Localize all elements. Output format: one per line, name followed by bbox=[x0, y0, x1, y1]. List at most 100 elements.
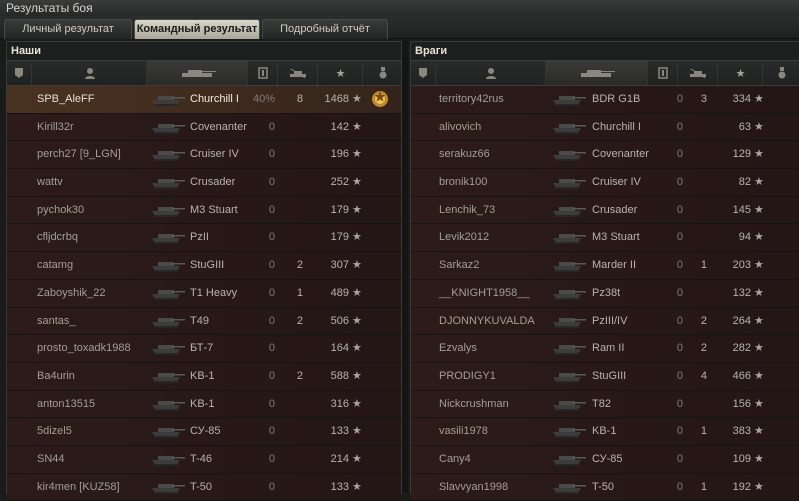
kills-value: 1 bbox=[700, 480, 707, 493]
player-row[interactable]: kir4men [KUZ58] T-50 0 133 ★ bbox=[7, 473, 401, 501]
tank-column[interactable] bbox=[146, 61, 248, 85]
player-row[interactable]: vasili1978 KB-1 0 1 383 ★ bbox=[411, 418, 799, 446]
kills-value bbox=[289, 197, 303, 223]
player-row[interactable]: DJONNYKUVALDA PzIII/IV 0 2 264 ★ bbox=[411, 307, 799, 336]
tank-name: PzIII/IV bbox=[592, 314, 628, 327]
kills-column[interactable] bbox=[277, 61, 318, 85]
player-row[interactable]: Ezvalys Ram II 0 2 282 ★ bbox=[411, 335, 799, 363]
xp-value: 383 bbox=[732, 425, 751, 438]
player-row[interactable]: perch27 [9_LGN] Cruiser IV 0 196 ★ bbox=[7, 141, 401, 170]
player-row[interactable]: __KNIGHT1958__ Pz38t 0 132 ★ bbox=[411, 279, 799, 308]
kills-column[interactable] bbox=[677, 61, 718, 85]
player-column[interactable] bbox=[31, 61, 147, 85]
tank-column[interactable] bbox=[545, 61, 648, 85]
damage-value: 0 bbox=[268, 176, 275, 189]
tank-icon bbox=[150, 312, 186, 330]
xp-star-icon: ★ bbox=[754, 480, 764, 493]
damage-value: 0 bbox=[268, 342, 275, 355]
player-row[interactable]: territory42rus BDR G1B 0 3 334 ★ bbox=[411, 86, 799, 114]
player-row[interactable]: Levik2012 M3 Stuart 0 94 ★ bbox=[411, 224, 799, 253]
player-row[interactable]: alivovich Churchill I 0 63 ★ bbox=[411, 113, 799, 142]
xp-value: 196 bbox=[330, 148, 349, 161]
tank-name: Crusader bbox=[190, 176, 236, 189]
player-name: Slavvyan1998 bbox=[439, 480, 509, 493]
player-row[interactable]: SN44 T-46 0 214 ★ bbox=[7, 445, 401, 474]
player-row[interactable]: Lenchik_73 Crusader 0 145 ★ bbox=[411, 196, 799, 225]
xp-value: 94 bbox=[738, 231, 751, 244]
tab-team-result[interactable]: Командный результат bbox=[134, 19, 260, 39]
player-name: territory42rus bbox=[439, 93, 504, 105]
tank-name: Cruiser IV bbox=[190, 148, 239, 161]
player-row[interactable]: Kirill32r Covenanter 0 142 ★ bbox=[7, 113, 401, 142]
player-row[interactable]: wattv Crusader 0 252 ★ bbox=[7, 169, 401, 197]
player-row[interactable]: santas_ T49 0 2 506 ★ bbox=[7, 307, 401, 336]
player-row[interactable]: bronik100 Cruiser IV 0 82 ★ bbox=[411, 169, 799, 197]
medal-icon[interactable] bbox=[370, 89, 390, 109]
tank-icon bbox=[551, 201, 587, 219]
player-name: PRODIGY1 bbox=[439, 369, 496, 382]
damage-value: 0 bbox=[676, 425, 683, 438]
platoon-column[interactable] bbox=[411, 61, 435, 85]
tank-icon bbox=[551, 145, 587, 163]
xp-star-icon: ★ bbox=[754, 148, 764, 161]
kills-value: 1 bbox=[700, 425, 707, 438]
player-row[interactable]: 5dizel5 СУ-85 0 133 ★ bbox=[7, 418, 401, 446]
player-row[interactable]: cfljdcrbq PzII 0 179 ★ bbox=[7, 224, 401, 253]
xp-column[interactable]: ★ bbox=[317, 61, 363, 85]
player-icon bbox=[486, 68, 496, 79]
tank-icon bbox=[551, 173, 587, 191]
tank-icon bbox=[150, 118, 186, 136]
player-row[interactable]: Cany4 СУ-85 0 109 ★ bbox=[411, 445, 799, 474]
player-column[interactable] bbox=[435, 61, 546, 85]
damage-column[interactable] bbox=[647, 61, 678, 85]
xp-star-icon: ★ bbox=[754, 120, 764, 133]
xp-star-icon: ★ bbox=[352, 93, 362, 105]
kills-value: 1 bbox=[700, 259, 707, 272]
player-row[interactable]: serakuz66 Covenanter 0 129 ★ bbox=[411, 141, 799, 170]
player-row[interactable]: Nickcrushman T82 0 156 ★ bbox=[411, 390, 799, 419]
xp-star-icon: ★ bbox=[352, 286, 362, 299]
kills-value bbox=[693, 391, 707, 417]
player-name: prosto_toxadk1988 bbox=[37, 342, 131, 355]
player-row[interactable]: SPB_AleFF Churchill I 40% 8 1468 ★ bbox=[7, 86, 401, 114]
player-row[interactable]: Sarkaz2 Marder II 0 1 203 ★ bbox=[411, 252, 799, 280]
xp-star-icon: ★ bbox=[352, 120, 362, 133]
tank-name: Crusader bbox=[592, 203, 638, 216]
tank-name: StuGIII bbox=[190, 259, 225, 272]
damage-value: 0 bbox=[676, 259, 683, 272]
kills-value bbox=[693, 197, 707, 223]
player-row[interactable]: PRODIGY1 StuGIII 0 4 466 ★ bbox=[411, 362, 799, 391]
tab-detailed-report[interactable]: Подробный отчёт bbox=[262, 19, 388, 39]
player-row[interactable]: Zaboyshik_22 T1 Heavy 0 1 489 ★ bbox=[7, 279, 401, 308]
damage-column[interactable] bbox=[247, 61, 278, 85]
tank-name: Covenanter bbox=[592, 148, 649, 161]
xp-star-icon: ★ bbox=[352, 314, 362, 327]
kills-icon bbox=[290, 68, 306, 79]
xp-star-icon: ★ bbox=[352, 231, 362, 244]
tank-name: СУ-85 bbox=[592, 452, 623, 465]
platoon-column[interactable] bbox=[7, 61, 31, 85]
medal-column[interactable] bbox=[362, 61, 402, 85]
xp-column[interactable]: ★ bbox=[717, 61, 763, 85]
xp-value: 588 bbox=[330, 369, 349, 382]
damage-value: 0 bbox=[268, 425, 275, 438]
damage-value: 0 bbox=[676, 480, 683, 493]
tab-personal-result[interactable]: Личный результат bbox=[4, 19, 132, 39]
player-row[interactable]: catamg StuGIII 0 2 307 ★ bbox=[7, 252, 401, 280]
medal-column[interactable] bbox=[762, 61, 799, 85]
player-name: anton13515 bbox=[37, 397, 96, 410]
kills-value: 2 bbox=[700, 314, 707, 327]
player-row[interactable]: anton13515 KB-1 0 316 ★ bbox=[7, 390, 401, 419]
xp-value: 252 bbox=[330, 176, 349, 189]
player-row[interactable]: pychok30 M3 Stuart 0 179 ★ bbox=[7, 196, 401, 225]
tank-name: M3 Stuart bbox=[592, 231, 640, 244]
player-row[interactable]: Slavvyan1998 T-50 0 1 192 ★ bbox=[411, 473, 799, 501]
tank-icon bbox=[150, 90, 186, 108]
player-row[interactable]: prosto_toxadk1988 БТ-7 0 164 ★ bbox=[7, 335, 401, 363]
panel-divider bbox=[402, 41, 408, 492]
xp-value: 82 bbox=[738, 176, 751, 189]
damage-value: 0 bbox=[268, 259, 275, 272]
player-name: Ezvalys bbox=[439, 342, 477, 355]
player-row[interactable]: Ba4urin KB-1 0 2 588 ★ bbox=[7, 362, 401, 391]
xp-star-icon: ★ bbox=[352, 480, 362, 493]
